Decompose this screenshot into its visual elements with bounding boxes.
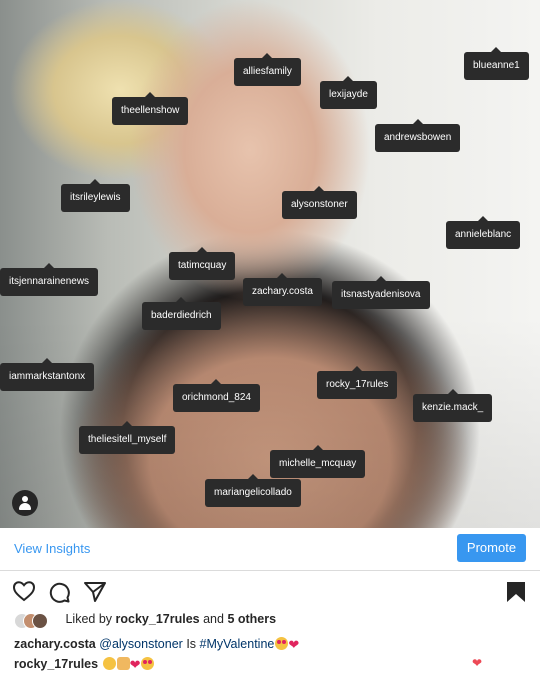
- tag-baderdiedrich[interactable]: baderdiedrich: [142, 297, 221, 330]
- tag-label: orichmond_824: [182, 392, 251, 403]
- tag-label: michelle_mcquay: [279, 458, 357, 469]
- tag-zacharycosta[interactable]: zachary.costa: [243, 273, 322, 306]
- heart-eyes-emoji-icon: [141, 657, 155, 670]
- tag-label: rocky_17rules: [326, 379, 389, 390]
- tag-label: baderdiedrich: [151, 310, 212, 321]
- tag-label: itsrileylewis: [70, 192, 121, 203]
- tag-itsnastyadenisova[interactable]: itsnastyadenisova: [332, 276, 430, 309]
- tag-itsrileylewis[interactable]: itsrileylewis: [61, 179, 130, 212]
- comment-username[interactable]: rocky_17rules: [14, 657, 98, 671]
- tag-label: mariangelicollado: [214, 487, 292, 498]
- share-icon[interactable]: [83, 580, 107, 609]
- tag-label: itsnastyadenisova: [341, 289, 421, 300]
- comment-icon[interactable]: [47, 580, 71, 609]
- tag-label: andrewsbowen: [384, 132, 452, 143]
- tag-lexijayde[interactable]: lexijayde: [320, 76, 377, 109]
- tag-label: zachary.costa: [252, 286, 313, 297]
- tag-itsjennarainenews[interactable]: itsjennarainenews: [0, 263, 99, 296]
- tag-label: tatimcquay: [178, 260, 227, 271]
- raised-hands-emoji-icon: [116, 657, 130, 670]
- action-bar: [0, 576, 540, 608]
- red-heart-emoji-icon: ❤: [129, 657, 141, 672]
- insights-bar: View Insights Promote: [0, 528, 540, 571]
- view-insights-link[interactable]: View Insights: [14, 541, 90, 556]
- likes-prefix: Liked by: [65, 612, 113, 626]
- tag-annieleblanc[interactable]: annieleblanc: [446, 216, 521, 249]
- liker-avatars: [14, 612, 62, 629]
- tag-rocky17rules[interactable]: rocky_17rules: [317, 366, 398, 399]
- tag-iammarkstantonx[interactable]: iammarkstantonx: [0, 358, 95, 391]
- tag-label: theellenshow: [121, 105, 180, 116]
- tag-label: alysonstoner: [291, 199, 348, 210]
- tag-andrewsbowen[interactable]: andrewsbowen: [375, 119, 461, 152]
- tag-label: kenzie.mack_: [422, 402, 484, 413]
- comment-line: rocky_17rules ❤: [14, 656, 155, 673]
- comment-like-heart-icon[interactable]: ❤: [472, 656, 482, 670]
- tag-orichmond824[interactable]: orichmond_824: [173, 379, 260, 412]
- tag-label: iammarkstantonx: [9, 371, 86, 382]
- likes-and: and: [203, 612, 224, 626]
- tag-theliesitellmyself[interactable]: theliesitell_myself: [79, 421, 176, 454]
- caption-username[interactable]: zachary.costa: [14, 637, 96, 651]
- caption-text: Is: [186, 637, 197, 651]
- tag-label: alliesfamily: [243, 66, 292, 77]
- tagged-users-icon[interactable]: [12, 490, 38, 516]
- heart-icon[interactable]: [12, 580, 36, 607]
- heart-eyes-emoji-icon: [275, 637, 289, 650]
- tag-alliesfamily[interactable]: alliesfamily: [234, 53, 301, 86]
- tag-label: blueanne1: [473, 60, 520, 71]
- smile-emoji-icon: [102, 657, 116, 670]
- likes-user-link[interactable]: rocky_17rules: [116, 612, 200, 626]
- likes-others-link[interactable]: 5 others: [227, 612, 276, 626]
- tag-blueanne1[interactable]: blueanne1: [464, 47, 529, 80]
- tag-mariangelicollado[interactable]: mariangelicollado: [205, 474, 301, 507]
- tag-theellenshow[interactable]: theellenshow: [112, 92, 189, 125]
- bookmark-icon[interactable]: [505, 580, 527, 609]
- tag-kenziemack[interactable]: kenzie.mack_: [413, 389, 493, 422]
- tag-tatimcquay[interactable]: tatimcquay: [169, 247, 236, 280]
- tag-alysonstoner[interactable]: alysonstoner: [282, 186, 357, 219]
- tag-label: annieleblanc: [455, 229, 512, 240]
- promote-button[interactable]: Promote: [457, 534, 526, 562]
- caption-line: zachary.costa @alysonstoner Is #MyValent…: [14, 636, 299, 653]
- red-heart-emoji-icon: ❤: [288, 637, 300, 652]
- avatar: [32, 612, 48, 629]
- likes-line: Liked by rocky_17rules and 5 others: [14, 612, 276, 632]
- tag-label: itsjennarainenews: [9, 276, 90, 287]
- caption-hashtag[interactable]: #MyValentine: [200, 637, 275, 651]
- tag-label: theliesitell_myself: [88, 434, 167, 445]
- caption-mention[interactable]: @alysonstoner: [99, 637, 183, 651]
- tag-label: lexijayde: [329, 89, 368, 100]
- tag-michellemcquay[interactable]: michelle_mcquay: [270, 445, 366, 478]
